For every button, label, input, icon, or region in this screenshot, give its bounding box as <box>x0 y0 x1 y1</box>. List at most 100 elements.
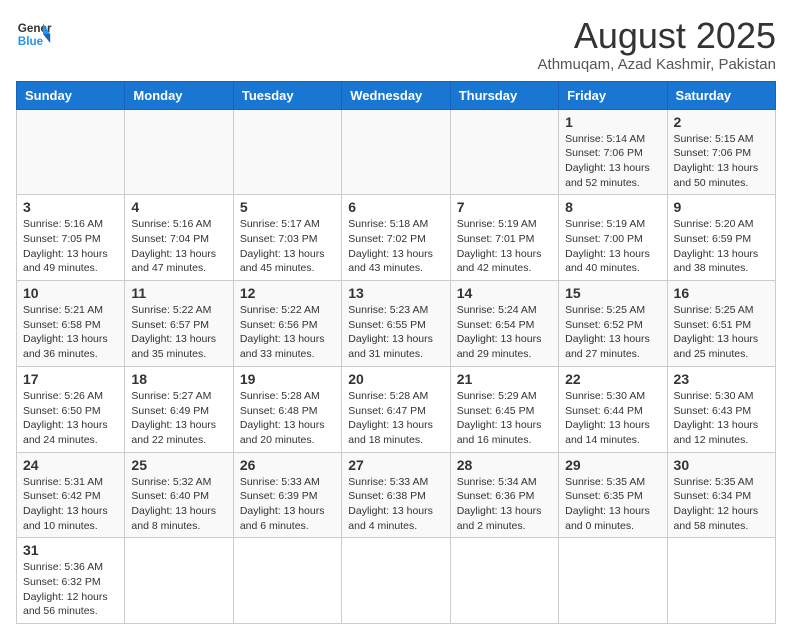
table-row <box>450 109 558 195</box>
table-row: 15 Sunrise: 5:25 AMSunset: 6:52 PMDayligh… <box>559 281 667 367</box>
day-number: 31 <box>23 542 118 558</box>
day-info: Sunrise: 5:31 AMSunset: 6:42 PMDaylight:… <box>23 475 118 534</box>
calendar-week-row: 10 Sunrise: 5:21 AMSunset: 6:58 PMDayligh… <box>17 281 776 367</box>
day-info: Sunrise: 5:36 AMSunset: 6:32 PMDaylight:… <box>23 560 118 619</box>
day-info: Sunrise: 5:18 AMSunset: 7:02 PMDaylight:… <box>348 217 443 276</box>
calendar-week-row: 17Sunrise: 5:26 AMSunset: 6:50 PMDayligh… <box>17 366 776 452</box>
day-info: Sunrise: 5:28 AMSunset: 6:47 PMDaylight:… <box>348 389 443 448</box>
table-row: 6 Sunrise: 5:18 AMSunset: 7:02 PMDaylight… <box>342 195 450 281</box>
day-info: Sunrise: 5:16 AMSunset: 7:04 PMDaylight:… <box>131 217 226 276</box>
logo: General Blue <box>16 16 52 52</box>
table-row: 24 Sunrise: 5:31 AMSunset: 6:42 PMDayligh… <box>17 452 125 538</box>
table-row: 18 Sunrise: 5:27 AMSunset: 6:49 PMDayligh… <box>125 366 233 452</box>
table-row: 17Sunrise: 5:26 AMSunset: 6:50 PMDayligh… <box>17 366 125 452</box>
day-info: Sunrise: 5:22 AMSunset: 6:56 PMDaylight:… <box>240 303 335 362</box>
header-wednesday: Wednesday <box>342 81 450 109</box>
day-number: 18 <box>131 371 226 387</box>
day-info: Sunrise: 5:21 AMSunset: 6:58 PMDaylight:… <box>23 303 118 362</box>
table-row <box>17 109 125 195</box>
day-info: Sunrise: 5:14 AMSunset: 7:06 PMDaylight:… <box>565 132 660 191</box>
day-info: Sunrise: 5:23 AMSunset: 6:55 PMDaylight:… <box>348 303 443 362</box>
day-number: 3 <box>23 199 118 215</box>
day-number: 21 <box>457 371 552 387</box>
table-row <box>342 109 450 195</box>
table-row: 30 Sunrise: 5:35 AMSunset: 6:34 PMDayligh… <box>667 452 775 538</box>
day-info: Sunrise: 5:27 AMSunset: 6:49 PMDaylight:… <box>131 389 226 448</box>
day-number: 5 <box>240 199 335 215</box>
day-info: Sunrise: 5:30 AMSunset: 6:44 PMDaylight:… <box>565 389 660 448</box>
day-info: Sunrise: 5:32 AMSunset: 6:40 PMDaylight:… <box>131 475 226 534</box>
header-saturday: Saturday <box>667 81 775 109</box>
day-number: 8 <box>565 199 660 215</box>
day-info: Sunrise: 5:25 AMSunset: 6:52 PMDaylight:… <box>565 303 660 362</box>
day-number: 24 <box>23 457 118 473</box>
day-number: 11 <box>131 285 226 301</box>
table-row: 7 Sunrise: 5:19 AMSunset: 7:01 PMDaylight… <box>450 195 558 281</box>
table-row: 5 Sunrise: 5:17 AMSunset: 7:03 PMDaylight… <box>233 195 341 281</box>
day-number: 9 <box>674 199 769 215</box>
day-info: Sunrise: 5:19 AMSunset: 7:00 PMDaylight:… <box>565 217 660 276</box>
day-info: Sunrise: 5:29 AMSunset: 6:45 PMDaylight:… <box>457 389 552 448</box>
calendar-week-row: 31 Sunrise: 5:36 AMSunset: 6:32 PMDayligh… <box>17 538 776 624</box>
day-info: Sunrise: 5:20 AMSunset: 6:59 PMDaylight:… <box>674 217 769 276</box>
day-info: Sunrise: 5:24 AMSunset: 6:54 PMDaylight:… <box>457 303 552 362</box>
day-number: 1 <box>565 114 660 130</box>
day-info: Sunrise: 5:34 AMSunset: 6:36 PMDaylight:… <box>457 475 552 534</box>
day-info: Sunrise: 5:26 AMSunset: 6:50 PMDaylight:… <box>23 389 118 448</box>
day-number: 22 <box>565 371 660 387</box>
day-number: 15 <box>565 285 660 301</box>
table-row: 8 Sunrise: 5:19 AMSunset: 7:00 PMDaylight… <box>559 195 667 281</box>
day-number: 30 <box>674 457 769 473</box>
day-number: 27 <box>348 457 443 473</box>
table-row: 12 Sunrise: 5:22 AMSunset: 6:56 PMDayligh… <box>233 281 341 367</box>
header-sunday: Sunday <box>17 81 125 109</box>
generalblue-logo-icon: General Blue <box>16 16 52 52</box>
day-number: 2 <box>674 114 769 130</box>
day-info: Sunrise: 5:35 AMSunset: 6:35 PMDaylight:… <box>565 475 660 534</box>
day-number: 7 <box>457 199 552 215</box>
day-info: Sunrise: 5:16 AMSunset: 7:05 PMDaylight:… <box>23 217 118 276</box>
table-row: 9 Sunrise: 5:20 AMSunset: 6:59 PMDaylight… <box>667 195 775 281</box>
day-number: 6 <box>348 199 443 215</box>
calendar-subtitle: Athmuqam, Azad Kashmir, Pakistan <box>538 56 776 73</box>
svg-text:Blue: Blue <box>18 35 44 48</box>
table-row: 23Sunrise: 5:30 AMSunset: 6:43 PMDayligh… <box>667 366 775 452</box>
day-number: 10 <box>23 285 118 301</box>
day-number: 25 <box>131 457 226 473</box>
day-info: Sunrise: 5:17 AMSunset: 7:03 PMDaylight:… <box>240 217 335 276</box>
day-number: 19 <box>240 371 335 387</box>
table-row <box>559 538 667 624</box>
calendar-week-row: 24 Sunrise: 5:31 AMSunset: 6:42 PMDayligh… <box>17 452 776 538</box>
day-number: 29 <box>565 457 660 473</box>
day-number: 12 <box>240 285 335 301</box>
table-row: 1 Sunrise: 5:14 AMSunset: 7:06 PMDaylight… <box>559 109 667 195</box>
table-row: 31 Sunrise: 5:36 AMSunset: 6:32 PMDayligh… <box>17 538 125 624</box>
table-row <box>125 538 233 624</box>
table-row: 10 Sunrise: 5:21 AMSunset: 6:58 PMDayligh… <box>17 281 125 367</box>
weekday-header-row: Sunday Monday Tuesday Wednesday Thursday… <box>17 81 776 109</box>
day-number: 13 <box>348 285 443 301</box>
day-info: Sunrise: 5:19 AMSunset: 7:01 PMDaylight:… <box>457 217 552 276</box>
day-number: 23 <box>674 371 769 387</box>
table-row: 11Sunrise: 5:22 AMSunset: 6:57 PMDayligh… <box>125 281 233 367</box>
header-monday: Monday <box>125 81 233 109</box>
table-row: 3 Sunrise: 5:16 AMSunset: 7:05 PMDaylight… <box>17 195 125 281</box>
calendar-table: Sunday Monday Tuesday Wednesday Thursday… <box>16 81 776 625</box>
table-row: 4Sunrise: 5:16 AMSunset: 7:04 PMDaylight… <box>125 195 233 281</box>
table-row <box>667 538 775 624</box>
table-row: 22 Sunrise: 5:30 AMSunset: 6:44 PMDayligh… <box>559 366 667 452</box>
table-row: 20 Sunrise: 5:28 AMSunset: 6:47 PMDayligh… <box>342 366 450 452</box>
day-number: 14 <box>457 285 552 301</box>
table-row <box>450 538 558 624</box>
page-header: General Blue August 2025 Athmuqam, Azad … <box>16 16 776 73</box>
table-row: 19 Sunrise: 5:28 AMSunset: 6:48 PMDayligh… <box>233 366 341 452</box>
day-number: 20 <box>348 371 443 387</box>
day-number: 28 <box>457 457 552 473</box>
day-info: Sunrise: 5:28 AMSunset: 6:48 PMDaylight:… <box>240 389 335 448</box>
table-row <box>342 538 450 624</box>
calendar-week-row: 1 Sunrise: 5:14 AMSunset: 7:06 PMDaylight… <box>17 109 776 195</box>
day-number: 16 <box>674 285 769 301</box>
day-info: Sunrise: 5:35 AMSunset: 6:34 PMDaylight:… <box>674 475 769 534</box>
calendar-title: August 2025 <box>538 16 776 56</box>
table-row: 16Sunrise: 5:25 AMSunset: 6:51 PMDayligh… <box>667 281 775 367</box>
